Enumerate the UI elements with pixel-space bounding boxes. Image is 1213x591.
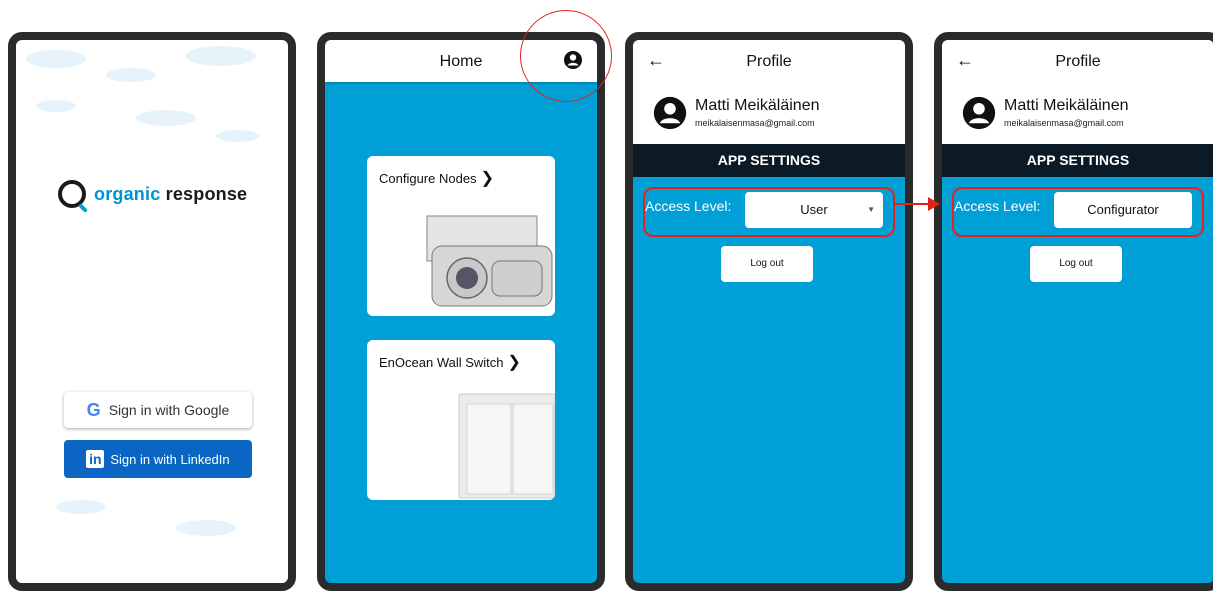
background-fish xyxy=(176,520,236,536)
sensor-node-image xyxy=(426,215,553,307)
logo-text: organic response xyxy=(94,183,248,204)
profile-screen-configurator: ← Profile Matti Meikäläinen meikalaisenm… xyxy=(934,32,1213,591)
page-title: Profile xyxy=(1055,53,1101,70)
background-fish xyxy=(106,68,156,82)
wall-switch-image xyxy=(458,393,555,499)
background-fish xyxy=(216,130,260,142)
enocean-wall-switch-card[interactable]: EnOcean Wall Switch ❯ xyxy=(367,340,555,500)
configure-nodes-card[interactable]: Configure Nodes ❯ xyxy=(367,156,555,316)
user-name: Matti Meikäläinen xyxy=(695,97,820,114)
google-icon: G xyxy=(86,399,101,420)
card-label: EnOcean Wall Switch ❯ xyxy=(379,354,521,371)
user-name: Matti Meikäläinen xyxy=(1004,97,1129,114)
transition-arrow-line xyxy=(895,203,931,205)
user-info: Matti Meikäläinen meikalaisenmasa@gmail.… xyxy=(942,82,1213,144)
logo-icon xyxy=(58,180,86,208)
profile-header: ← Profile xyxy=(633,40,905,82)
access-level-label: Access Level: xyxy=(954,198,1041,214)
home-screen: Home Configure Nodes ❯ EnOcean Wall Switc… xyxy=(317,32,605,591)
google-button-label: Sign in with Google xyxy=(108,402,230,418)
dropdown-caret-icon: ▼ xyxy=(867,205,875,214)
card-label: Configure Nodes ❯ xyxy=(379,170,494,187)
background-fish xyxy=(136,110,196,126)
sign-in-google-button[interactable]: G Sign in with Google xyxy=(64,392,252,428)
user-email: meikalaisenmasa@gmail.com xyxy=(695,118,815,128)
chevron-right-icon: ❯ xyxy=(480,170,494,187)
app-settings-header: APP SETTINGS xyxy=(942,144,1213,177)
app-settings-header: APP SETTINGS xyxy=(633,144,905,177)
login-screen: organic response G Sign in with Google i… xyxy=(8,32,296,591)
background-fish xyxy=(26,50,86,68)
background-fish xyxy=(56,500,106,514)
log-out-button[interactable]: Log out xyxy=(721,246,813,282)
background-fish xyxy=(186,46,256,66)
page-title: Profile xyxy=(746,53,792,70)
linkedin-icon: in xyxy=(86,450,105,468)
sign-in-linkedin-button[interactable]: in Sign in with LinkedIn xyxy=(64,440,252,478)
profile-header: ← Profile xyxy=(942,40,1213,82)
access-level-value[interactable]: Configurator xyxy=(1054,192,1192,228)
profile-screen-user: ← Profile Matti Meikäläinen meikalaisenm… xyxy=(625,32,913,591)
access-level-label: Access Level: xyxy=(645,198,732,214)
user-info: Matti Meikäläinen meikalaisenmasa@gmail.… xyxy=(633,82,905,144)
user-circle-icon xyxy=(962,96,996,130)
access-level-select[interactable]: User ▼ xyxy=(745,192,883,228)
log-out-button[interactable]: Log out xyxy=(1030,246,1122,282)
background-fish xyxy=(36,100,76,112)
chevron-right-icon: ❯ xyxy=(507,354,521,371)
transition-arrow-icon xyxy=(928,197,940,211)
user-email: meikalaisenmasa@gmail.com xyxy=(1004,118,1124,128)
organic-response-logo: organic response xyxy=(58,180,247,208)
user-circle-icon xyxy=(653,96,687,130)
linkedin-button-label: Sign in with LinkedIn xyxy=(110,451,230,467)
profile-icon-highlight-circle xyxy=(520,10,612,102)
